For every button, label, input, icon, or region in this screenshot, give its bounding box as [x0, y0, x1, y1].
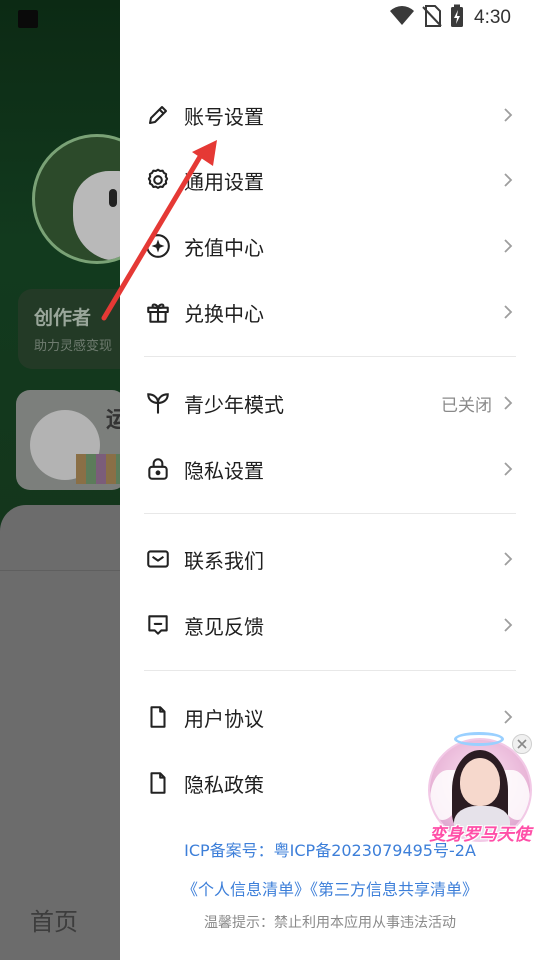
mail-icon [144, 545, 172, 573]
promo-title: 变身罗马天使 [429, 825, 531, 845]
divider [0, 570, 120, 571]
lock-icon [144, 455, 172, 483]
teen-mode-status: 已关闭 [441, 395, 492, 416]
creator-subtitle: 助力灵感变现 [34, 339, 113, 354]
menu-feedback[interactable]: 意见反馈 [144, 603, 516, 647]
menu-recharge-center[interactable]: 充值中心 [144, 224, 516, 268]
menu-label: 隐私政策 [184, 772, 264, 797]
divider [144, 356, 516, 357]
gift-icon [144, 298, 172, 326]
feedback-icon [144, 611, 172, 639]
gear-icon [144, 166, 172, 194]
creator-title: 创作者 [34, 307, 92, 329]
no-sim-icon [422, 5, 442, 31]
status-bar: 4:30 [390, 4, 511, 32]
menu-label: 意见反馈 [184, 614, 264, 639]
chevron-right-icon [500, 107, 516, 123]
menu-general-settings[interactable]: 通用设置 [144, 158, 516, 202]
status-time: 4:30 [474, 7, 511, 28]
personal-info-list-link[interactable]: 《个人信息清单》 [182, 880, 310, 899]
menu-label: 青少年模式 [184, 392, 284, 417]
menu-label: 联系我们 [184, 548, 264, 573]
menu-label: 用户协议 [184, 706, 264, 731]
menu-contact-us[interactable]: 联系我们 [144, 537, 516, 581]
menu-label: 充值中心 [184, 235, 264, 260]
chevron-right-icon [500, 304, 516, 320]
tab-home: 首页 [30, 908, 78, 936]
image-icon [18, 10, 38, 28]
battery-charging-icon [450, 4, 464, 32]
chevron-right-icon [500, 238, 516, 254]
menu-label: 兑换中心 [184, 301, 264, 326]
wifi-icon [390, 6, 414, 30]
sprout-icon [144, 389, 172, 417]
third-party-sharing-link[interactable]: 《第三方信息共享清单》 [310, 880, 478, 899]
menu-privacy-settings[interactable]: 隐私设置 [144, 447, 516, 491]
promo-card-background: 运 [16, 390, 126, 490]
promo-floating-badge[interactable]: 变身罗马天使 [424, 732, 536, 852]
chevron-right-icon [500, 395, 516, 411]
halo-icon [454, 732, 504, 746]
warning-tip: 温馨提示：禁止利用本应用从事违法活动 [204, 915, 456, 931]
chevron-right-icon [500, 461, 516, 477]
sparkle-icon [144, 232, 172, 260]
document-icon [144, 769, 172, 797]
document-icon [144, 703, 172, 731]
chevron-right-icon [500, 709, 516, 725]
footer-links: 《个人信息清单》《第三方信息共享清单》 [120, 876, 540, 900]
divider [144, 513, 516, 514]
menu-label: 账号设置 [184, 104, 264, 129]
menu-redeem-center[interactable]: 兑换中心 [144, 290, 516, 334]
menu-label: 隐私设置 [184, 458, 264, 483]
menu-account-settings[interactable]: 账号设置 [144, 93, 516, 137]
pencil-icon [144, 101, 172, 129]
chevron-right-icon [500, 617, 516, 633]
divider [144, 670, 516, 671]
chevron-right-icon [500, 172, 516, 188]
menu-label: 通用设置 [184, 169, 264, 194]
menu-teen-mode[interactable]: 青少年模式 已关闭 [144, 381, 516, 425]
close-icon[interactable] [512, 734, 532, 754]
chevron-right-icon [500, 551, 516, 567]
